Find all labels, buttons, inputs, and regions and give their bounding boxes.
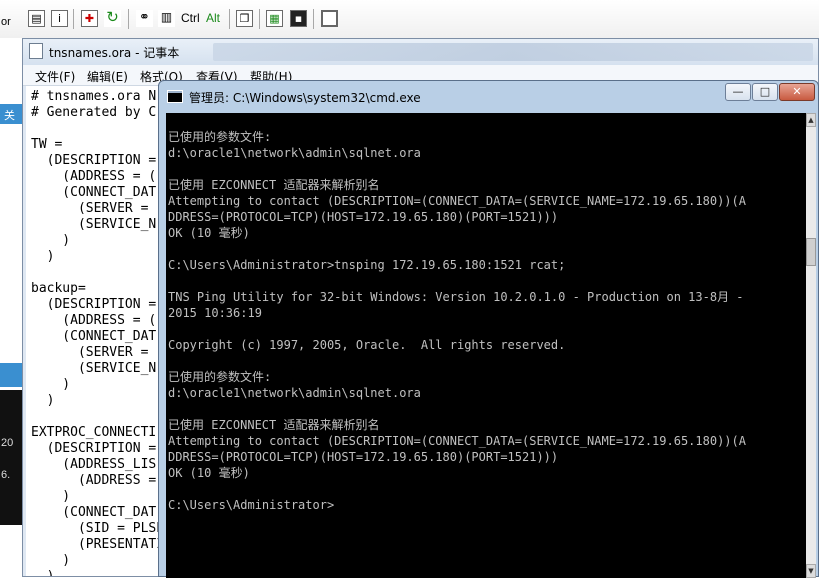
console-line: Attempting to contact (DESCRIPTION=(CONN…: [168, 434, 746, 448]
alt-key-button[interactable]: Alt: [206, 10, 220, 27]
notepad-line: ): [31, 489, 71, 504]
cmd-console-output[interactable]: 已使用的参数文件: d:\oracle1\network\admin\sqlnet…: [166, 113, 808, 578]
notepad-line: (ADDRESS = (: [31, 313, 157, 328]
notepad-line: (SERVER =: [31, 345, 149, 360]
background-label: 关: [4, 110, 15, 122]
notepad-line: (ADDRESS_LIS: [31, 457, 157, 472]
info-icon[interactable]: i: [51, 10, 68, 27]
notepad-line: EXTPROC_CONNECTI: [31, 425, 157, 440]
save-icon[interactable]: ▪: [290, 10, 307, 27]
console-line: 2015 10:36:19: [168, 306, 262, 320]
console-line: C:\Users\Administrator>: [168, 498, 335, 512]
notepad-line: ): [31, 233, 71, 248]
notepad-line: (SERVICE_N: [31, 217, 157, 232]
maximize-icon: □: [759, 85, 771, 98]
page-icon[interactable]: ▤: [28, 10, 45, 27]
cmd-title: 管理员: C:\Windows\system32\cmd.exe: [189, 91, 421, 105]
notepad-line: backup=: [31, 281, 86, 296]
console-line: TNS Ping Utility for 32-bit Windows: Ver…: [168, 290, 744, 304]
format-icon[interactable]: ▥: [158, 10, 175, 27]
cmd-scrollbar[interactable]: ▲ ▼: [806, 113, 816, 578]
background-label: or: [1, 16, 11, 28]
console-line: 已使用 EZCONNECT 适配器来解析别名: [168, 178, 380, 192]
console-line: C:\Users\Administrator>tnsping 172.19.65…: [168, 258, 566, 272]
notepad-line: (ADDRESS = (: [31, 169, 157, 184]
scroll-down-icon[interactable]: ▼: [806, 564, 816, 578]
notepad-line: (CONNECT_DAT: [31, 505, 157, 520]
background-label: 20: [1, 437, 14, 449]
minimize-button[interactable]: —: [725, 83, 751, 101]
window-icon[interactable]: [321, 10, 338, 27]
notepad-line: ): [31, 377, 71, 392]
background-dark-panel: 20 6.: [0, 390, 22, 525]
notepad-title: tnsnames.ora - 记事本: [49, 46, 180, 60]
notepad-line: ): [31, 393, 55, 408]
console-line: OK (10 毫秒): [168, 226, 250, 240]
console-line: DDRESS=(PROTOCOL=TCP)(HOST=172.19.65.180…: [168, 450, 559, 464]
paste-icon[interactable]: ▦: [266, 10, 283, 27]
console-line: d:\oracle1\network\admin\sqlnet.ora: [168, 146, 421, 160]
console-line: 已使用的参数文件:: [168, 370, 272, 384]
cmd-titlebar[interactable]: 管理员: C:\Windows\system32\cmd.exe — □ ✕: [159, 81, 818, 111]
console-line: Attempting to contact (DESCRIPTION=(CONN…: [168, 194, 746, 208]
notepad-line: # tnsnames.ora N: [31, 89, 157, 104]
toolbar-separator: [229, 9, 230, 29]
notepad-line: (CONNECT_DAT: [31, 329, 157, 344]
scroll-up-icon[interactable]: ▲: [806, 113, 816, 127]
cmd-window[interactable]: 管理员: C:\Windows\system32\cmd.exe — □ ✕ 已…: [158, 80, 819, 578]
console-line: d:\oracle1\network\admin\sqlnet.ora: [168, 386, 421, 400]
cmd-icon: [167, 90, 183, 103]
crosshair-icon[interactable]: ✚: [81, 10, 98, 27]
console-line: DDRESS=(PROTOCOL=TCP)(HOST=172.19.65.180…: [168, 210, 559, 224]
scroll-thumb[interactable]: [806, 238, 816, 266]
background-window: or 关 20 6.: [0, 16, 22, 577]
background-label: 6.: [1, 469, 11, 481]
notepad-line: ): [31, 569, 55, 576]
toolbar-separator: [73, 9, 74, 29]
ctrl-key-button[interactable]: Ctrl: [181, 10, 200, 27]
background-tab[interactable]: [0, 363, 22, 387]
notepad-line: ): [31, 553, 71, 568]
console-line: OK (10 毫秒): [168, 466, 250, 480]
maximize-button[interactable]: □: [752, 83, 778, 101]
notepad-line: (SERVER =: [31, 201, 149, 216]
link-icon[interactable]: ⚭: [136, 10, 153, 27]
notepad-titlebar[interactable]: tnsnames.ora - 记事本: [23, 39, 818, 65]
menu-file[interactable]: 文件(F): [35, 68, 75, 85]
refresh-icon[interactable]: ↻: [104, 10, 121, 27]
toolbar-separator: [128, 9, 129, 29]
notepad-line: # Generated by C: [31, 105, 157, 120]
notepad-line: ): [31, 249, 55, 264]
notepad-line: TW =: [31, 137, 63, 152]
menu-edit[interactable]: 编辑(E): [87, 68, 128, 85]
copy-icon[interactable]: ❐: [236, 10, 253, 27]
console-line: Copyright (c) 1997, 2005, Oracle. All ri…: [168, 338, 566, 352]
toolbar-separator: [259, 9, 260, 29]
close-icon: ✕: [792, 85, 802, 98]
notepad-line: (CONNECT_DAT: [31, 185, 157, 200]
notepad-icon: [29, 43, 43, 59]
minimize-icon: —: [732, 85, 744, 98]
close-button[interactable]: ✕: [779, 83, 815, 101]
notepad-line: (DESCRIPTION =: [31, 297, 157, 312]
notepad-line: (SERVICE_N: [31, 361, 157, 376]
blurred-titlebar-region: [213, 43, 813, 61]
console-line: 已使用 EZCONNECT 适配器来解析别名: [168, 418, 380, 432]
notepad-line: (DESCRIPTION =: [31, 153, 157, 168]
background-tab[interactable]: 关: [0, 104, 22, 124]
notepad-line: (ADDRESS =: [31, 473, 157, 488]
toolbar-separator: [313, 9, 314, 29]
top-toolbar: ▤ i ✚ ↻ ⚭ ▥ Ctrl Alt ❐ ▦ ▪: [0, 0, 819, 39]
notepad-line: (DESCRIPTION =: [31, 441, 157, 456]
console-line: 已使用的参数文件:: [168, 130, 272, 144]
